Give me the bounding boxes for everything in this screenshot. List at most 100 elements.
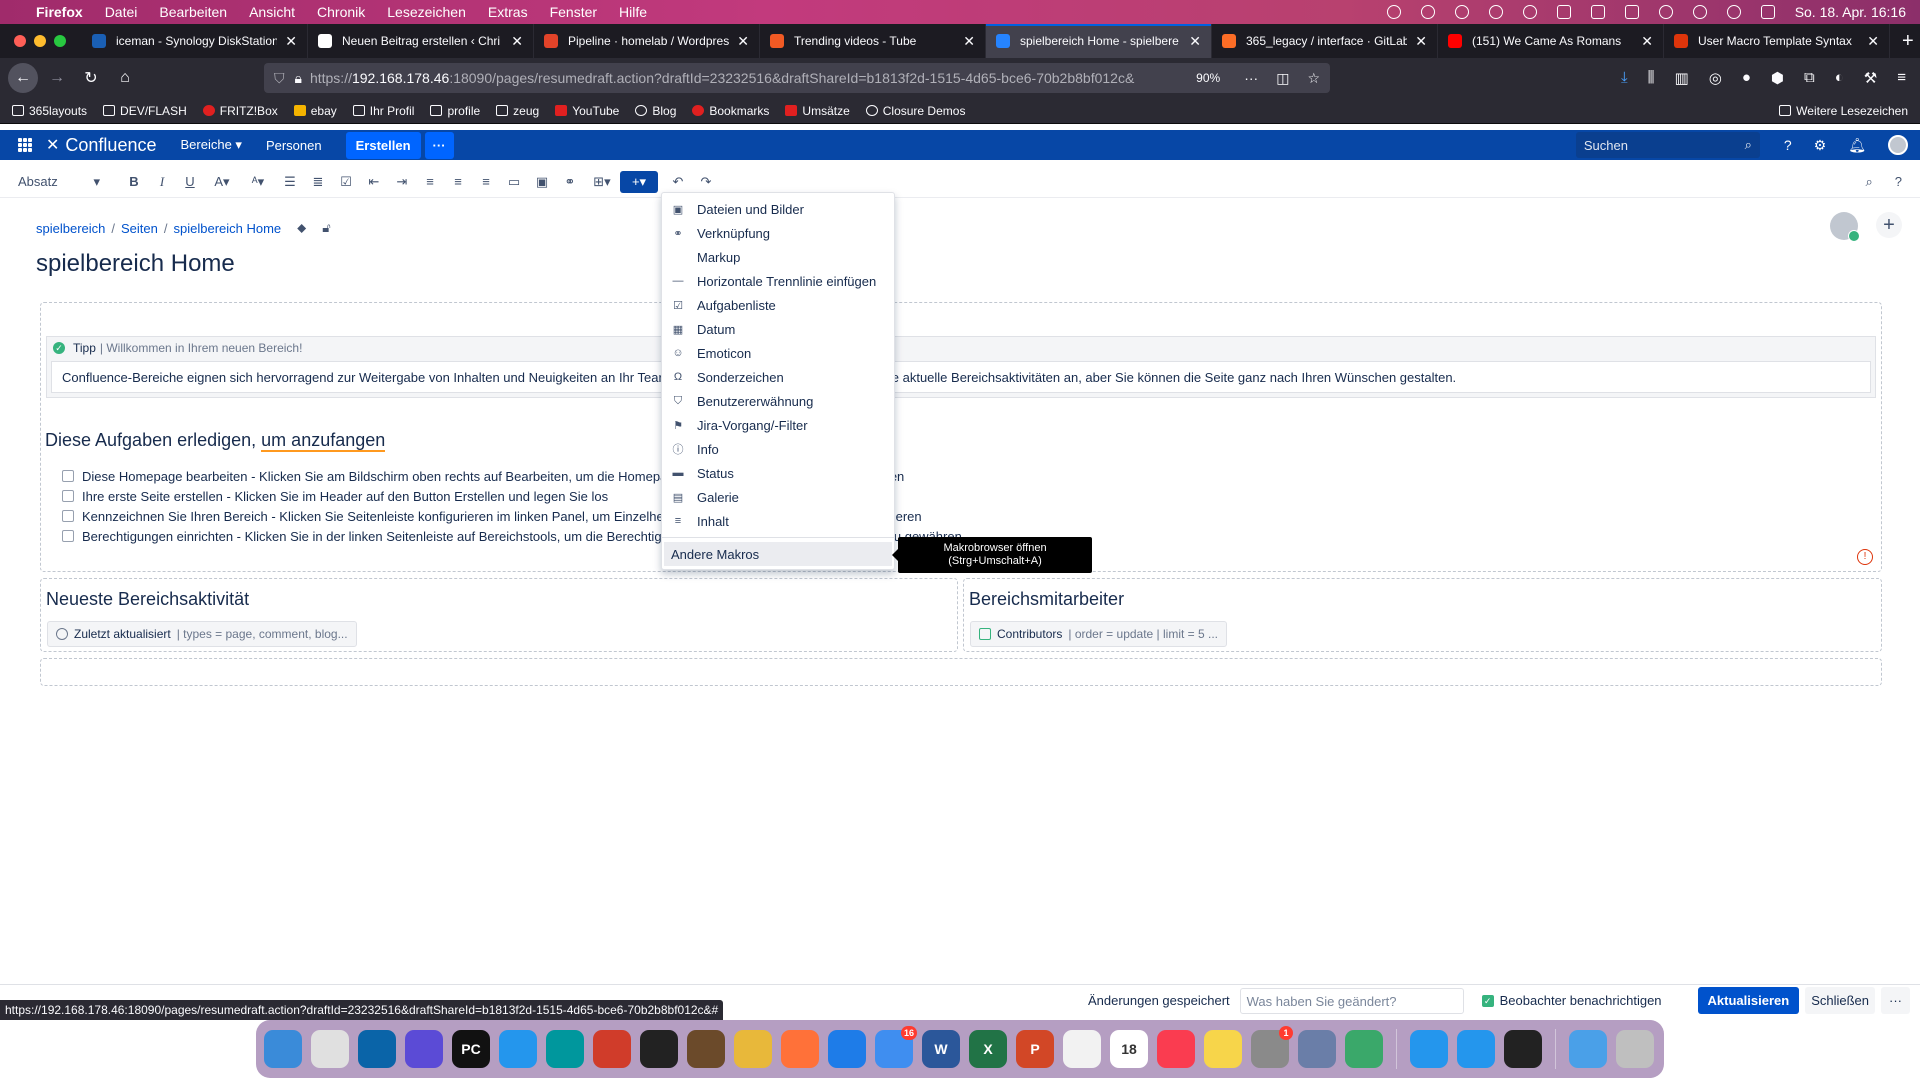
create-more-button[interactable]: ··· (424, 131, 454, 159)
close-tab-icon[interactable]: ✕ (1867, 33, 1879, 50)
task-checkbox[interactable] (62, 530, 74, 542)
align-center-button[interactable]: ≡ (444, 174, 472, 189)
dock-app-finder[interactable] (264, 1030, 302, 1068)
dock-app-launchpad[interactable] (311, 1030, 349, 1068)
editor-help-icon[interactable]: ? (1895, 174, 1902, 190)
breadcrumb-home[interactable]: spielbereich Home (174, 221, 282, 236)
browser-tab[interactable]: Trending videos - Tube ✕ (760, 24, 986, 58)
minimize-window-button[interactable] (34, 35, 46, 47)
spotlight-icon[interactable] (1726, 5, 1741, 19)
change-comment-input[interactable]: Was haben Sie geändert? (1239, 987, 1464, 1014)
dock-app-mail[interactable]: 16 (875, 1026, 917, 1068)
insert-menu-item[interactable]: ☺ Emoticon (662, 341, 894, 365)
notify-checkbox[interactable]: ✓ (1481, 994, 1494, 1007)
dock-app-arduino[interactable] (546, 1030, 584, 1068)
dock-app-pycharm[interactable]: PC (452, 1030, 490, 1068)
extension-icon[interactable]: ◎ (1709, 69, 1722, 87)
menu-extras[interactable]: Extras (488, 4, 528, 20)
menu-datei[interactable]: Datei (105, 4, 138, 20)
breadcrumb-space[interactable]: spielbereich (36, 221, 105, 236)
extension-tools-icon[interactable]: ⚒ (1864, 69, 1877, 87)
menu-hamburger-icon[interactable]: ≡ (1897, 69, 1906, 87)
contributors-macro[interactable]: Contributors | order = update | limit = … (970, 621, 1228, 647)
create-button[interactable]: Erstellen (345, 131, 421, 159)
lock-icon[interactable]: 🔒︎ (295, 70, 302, 87)
update-button[interactable]: Aktualisieren (1697, 987, 1800, 1014)
insert-menu-item[interactable]: ▤ Galerie (662, 485, 894, 509)
volume-status-icon[interactable] (1556, 5, 1571, 19)
dock-app-excel[interactable]: X (969, 1030, 1007, 1068)
play-status-icon[interactable] (1522, 5, 1537, 19)
task-checkbox[interactable] (62, 510, 74, 522)
confluence-logo[interactable]: ✕ Confluence (46, 135, 156, 156)
collaborator-avatar[interactable] (1830, 212, 1860, 242)
home-button[interactable]: ⌂ (110, 63, 140, 93)
contributors-column[interactable]: Bereichsmitarbeiter Contributors | order… (963, 578, 1882, 652)
pocket-icon[interactable]: ◫ (1276, 70, 1289, 87)
tip-macro[interactable]: ✓ Tipp | Willkommen in Ihrem neuen Berei… (46, 336, 1876, 398)
browser-tab[interactable]: 365_legacy / interface · GitLab ✕ (1212, 24, 1438, 58)
bookmark-item[interactable]: Blog (635, 104, 676, 118)
italic-button[interactable]: I (148, 174, 176, 190)
url-bar[interactable]: ⛉ 🔒︎ https://192.168.178.46:18090/pages/… (264, 63, 1330, 93)
dock-app-notes[interactable] (1204, 1030, 1242, 1068)
indent-button[interactable]: ⇥ (388, 174, 416, 190)
insert-more-button[interactable]: +▾ (620, 170, 658, 193)
bullet-list-button[interactable]: ☰ (276, 174, 304, 190)
dock-app-docker3[interactable] (1457, 1030, 1495, 1068)
page-actions-icon[interactable]: ··· (1244, 70, 1258, 87)
user-avatar[interactable] (1888, 135, 1908, 155)
tracking-shield-icon[interactable]: ⛉ (274, 70, 285, 87)
nav-bereiche[interactable]: Bereiche ▾ (180, 137, 241, 153)
menu-hilfe[interactable]: Hilfe (619, 4, 647, 20)
insert-menu-item[interactable]: ⓘ Info (662, 437, 894, 461)
extension-dark-icon[interactable]: ● (1742, 69, 1751, 87)
task-checkbox[interactable] (62, 490, 74, 502)
reload-button[interactable]: ↻ (76, 63, 106, 93)
dock-app-calendar[interactable]: 18 (1110, 1030, 1148, 1068)
insert-menu-item[interactable]: ⛉ Benutzererwähnung (662, 389, 894, 413)
menu-chronik[interactable]: Chronik (317, 4, 365, 20)
dock-app-word[interactable]: W (922, 1030, 960, 1068)
insert-menu-item[interactable]: Markup (662, 245, 894, 269)
insert-image-button[interactable]: ▣ (528, 174, 556, 190)
breadcrumb-pages[interactable]: Seiten (121, 221, 158, 236)
dock-app-powerpoint[interactable]: P (1016, 1030, 1054, 1068)
browser-tab[interactable]: spielbereich Home - spielbere ✕ (986, 24, 1212, 58)
dock-app-docker2[interactable] (1410, 1030, 1448, 1068)
close-tab-icon[interactable]: ✕ (963, 33, 975, 50)
extension-abp-icon[interactable]: ⬢ (1771, 69, 1784, 87)
warning-icon[interactable]: ! (1857, 549, 1873, 565)
align-right-button[interactable]: ≡ (472, 174, 500, 189)
menu-bearbeiten[interactable]: Bearbeiten (159, 4, 227, 20)
search-input[interactable]: Suchen ⌕ (1575, 132, 1760, 158)
paragraph-style-select[interactable]: Absatz ▾ (18, 174, 100, 190)
close-button[interactable]: Schließen (1805, 987, 1875, 1014)
insert-menu-item[interactable]: ▣ Dateien und Bilder (662, 197, 894, 221)
shield-status-icon[interactable] (1488, 5, 1503, 19)
bookmark-star-icon[interactable]: ☆ (1307, 70, 1320, 87)
bold-button[interactable]: B (120, 174, 148, 189)
settings-gear-icon[interactable]: ⚙ (1814, 137, 1827, 154)
insert-menu-item[interactable]: ▬ Status (662, 461, 894, 485)
menu-lesezeichen[interactable]: Lesezeichen (387, 4, 466, 20)
globe-status-icon[interactable] (1420, 5, 1435, 19)
insert-menu-item[interactable]: ⚭ Verknüpfung (662, 221, 894, 245)
dock-app-preferences[interactable]: 1 (1251, 1026, 1293, 1068)
activity-column[interactable]: Neueste Bereichsaktivität Zuletzt aktual… (40, 578, 958, 652)
page-title[interactable]: spielbereich Home (36, 250, 235, 278)
bookmark-item[interactable]: FRITZ!Box (202, 104, 278, 118)
dock-app-box[interactable] (1345, 1030, 1383, 1068)
label-tag-icon[interactable]: ⬥ (297, 220, 306, 236)
extension-screens-icon[interactable]: ⧉ (1804, 69, 1815, 87)
clock[interactable]: So. 18. Apr. 16:16 (1795, 4, 1906, 20)
underline-button[interactable]: U (176, 174, 204, 189)
task-checkbox[interactable] (62, 470, 74, 482)
dock-app-photos[interactable] (1063, 1030, 1101, 1068)
nav-personen[interactable]: Personen (266, 138, 322, 153)
dock-app-remote[interactable] (405, 1030, 443, 1068)
redo-button[interactable]: ↷ (692, 174, 720, 190)
insert-menu-item[interactable]: — Horizontale Trennlinie einfügen (662, 269, 894, 293)
downloads-icon[interactable]: ⤓ (1621, 69, 1628, 87)
more-options-button[interactable]: ··· (1881, 987, 1910, 1014)
